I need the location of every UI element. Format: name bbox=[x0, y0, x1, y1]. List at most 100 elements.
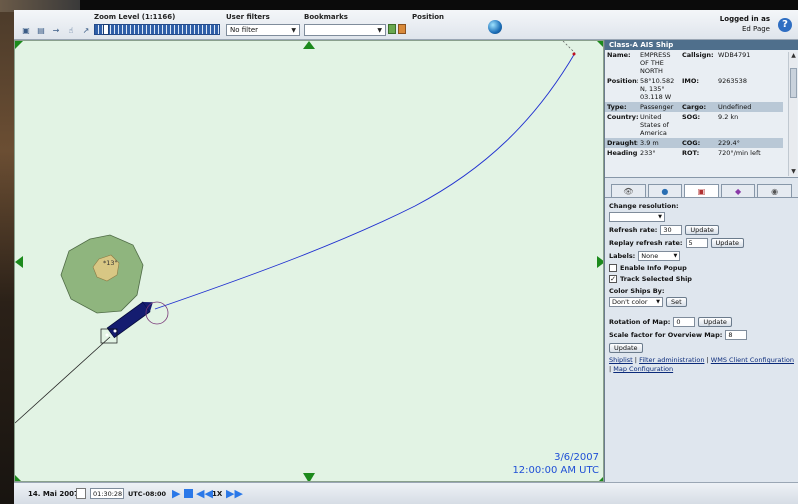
tab-layers[interactable]: ◆ bbox=[720, 184, 756, 197]
timestamp-time: 12:00:00 AM UTC bbox=[512, 465, 599, 476]
toolbar: ▣ ▤ → ☝ ↗ Zoom Level (1:1166) User filte… bbox=[14, 10, 798, 40]
tab-view[interactable]: ◉ bbox=[757, 184, 792, 197]
refresh-rate-input[interactable]: 30 bbox=[660, 225, 683, 235]
map-canvas[interactable]: *13" 3/6/2007 12:00:00 AM UTC bbox=[14, 40, 604, 482]
delete-bookmark-icon[interactable] bbox=[398, 24, 406, 34]
pan-southwest-arrow bbox=[15, 475, 21, 481]
playback-date: 14. Mai 2007 bbox=[28, 490, 79, 498]
set-color-button[interactable]: Set bbox=[666, 297, 687, 307]
scale-update-button[interactable]: Update bbox=[609, 343, 643, 353]
ship-info-title: Class-A AIS Ship bbox=[605, 40, 798, 50]
desktop-background bbox=[0, 0, 14, 504]
scrollbar-thumb[interactable] bbox=[790, 68, 797, 98]
zoom-level-label: Zoom Level (1:1166) bbox=[94, 13, 176, 21]
map-configuration-link[interactable]: Map Configuration bbox=[613, 365, 673, 373]
info-key: Position: bbox=[605, 76, 639, 102]
user-filters-label: User filters bbox=[226, 13, 270, 21]
replay-refresh-input[interactable]: 5 bbox=[685, 238, 708, 248]
eye-icon: 👁 bbox=[623, 186, 634, 196]
shiplist-link[interactable]: Shiplist bbox=[609, 356, 633, 364]
ship-dot bbox=[113, 329, 117, 333]
info-value: Undefined bbox=[716, 102, 783, 112]
tab-settings[interactable]: ▣ bbox=[684, 184, 719, 197]
info-value: 233° bbox=[638, 148, 680, 158]
island-label: *13" bbox=[103, 259, 118, 267]
info-key: Draught: bbox=[605, 138, 640, 148]
rewind-icon[interactable]: ◀◀ bbox=[196, 487, 213, 500]
chevron-down-icon: ▼ bbox=[377, 26, 382, 34]
zoom-slider-knob[interactable] bbox=[103, 24, 109, 35]
tab-globe[interactable]: ● bbox=[647, 184, 683, 197]
play-icon[interactable]: ▶ bbox=[172, 487, 180, 500]
rotation-input[interactable]: 0 bbox=[673, 317, 696, 327]
color-ships-value: Don't color bbox=[612, 298, 648, 306]
logged-in-label: Logged in as bbox=[719, 15, 770, 23]
globe-icon[interactable] bbox=[488, 20, 502, 34]
info-value: EMPRESS OF THE NORTH bbox=[638, 50, 680, 76]
view-icon: ◉ bbox=[771, 186, 779, 196]
info-key: Name: bbox=[605, 50, 638, 76]
save-icon[interactable]: ▣ bbox=[20, 24, 32, 36]
pan-south-arrow bbox=[303, 473, 315, 481]
calendar-icon[interactable] bbox=[76, 488, 86, 499]
toolbar-tools: ▣ ▤ → ☝ ↗ bbox=[20, 24, 92, 36]
bookmarks-select[interactable]: ▼ bbox=[304, 24, 386, 36]
info-scrollbar[interactable]: ▲ ▼ bbox=[788, 52, 797, 176]
info-value: 229.4° bbox=[716, 138, 783, 148]
refresh-rate-update-button[interactable]: Update bbox=[685, 225, 719, 235]
help-icon[interactable]: ? bbox=[778, 18, 792, 32]
info-value: United States of America bbox=[638, 112, 680, 138]
rotation-label: Rotation of Map: bbox=[609, 318, 671, 326]
user-filters-select[interactable]: No filter ▼ bbox=[226, 24, 300, 36]
zoom-slider[interactable] bbox=[94, 24, 220, 35]
shoreline-line bbox=[15, 336, 111, 424]
stop-icon[interactable] bbox=[184, 489, 193, 498]
scroll-up-icon[interactable]: ▲ bbox=[789, 52, 798, 60]
info-value: 9263538 bbox=[716, 76, 783, 102]
info-key: Callsign: bbox=[680, 50, 716, 76]
scale-factor-label: Scale factor for Overview Map: bbox=[609, 331, 723, 339]
info-key: ROT: bbox=[680, 148, 716, 158]
track-selected-ship-label: Track Selected Ship bbox=[620, 275, 692, 283]
playback-speed: 1X bbox=[212, 490, 223, 498]
arrow-icon[interactable]: → bbox=[50, 24, 62, 36]
change-resolution-label: Change resolution: bbox=[609, 202, 679, 210]
filter-administration-link[interactable]: Filter administration bbox=[639, 356, 704, 364]
labels-value: None bbox=[641, 252, 659, 260]
scroll-down-icon[interactable]: ▼ bbox=[789, 168, 798, 176]
info-value: WDB4791 bbox=[716, 50, 783, 76]
chevron-down-icon: ▼ bbox=[291, 26, 296, 34]
enable-info-popup-label: Enable Info Popup bbox=[620, 264, 687, 272]
labels-select[interactable]: None ▼ bbox=[638, 251, 681, 261]
rotation-update-button[interactable]: Update bbox=[698, 317, 732, 327]
add-bookmark-icon[interactable] bbox=[388, 24, 396, 34]
print-icon[interactable]: ▤ bbox=[35, 24, 47, 36]
ship-dot bbox=[105, 333, 109, 337]
position-label: Position bbox=[412, 13, 445, 21]
color-ships-select[interactable]: Don't color ▼ bbox=[609, 297, 663, 307]
info-key: Country: bbox=[605, 112, 639, 138]
user-filters-value: No filter bbox=[230, 26, 259, 34]
scale-factor-input[interactable]: 8 bbox=[725, 330, 748, 340]
replay-refresh-update-button[interactable]: Update bbox=[710, 238, 745, 248]
measure-icon[interactable]: ↗ bbox=[80, 24, 92, 36]
timestamp-date: 3/6/2007 bbox=[554, 452, 599, 463]
side-panel: Class-A AIS Ship Name: EMPRESS OF THE NO… bbox=[604, 40, 798, 482]
settings-form: Change resolution: ▼ Refresh rate: 30 Up… bbox=[605, 198, 798, 378]
info-key: IMO: bbox=[680, 76, 716, 102]
info-value: Passenger bbox=[638, 102, 680, 112]
pointer-icon[interactable]: ☝ bbox=[65, 24, 77, 36]
tab-eye[interactable]: 👁 bbox=[611, 184, 646, 197]
map-timestamp: 3/6/2007 12:00:00 AM UTC bbox=[512, 451, 599, 477]
wms-client-configuration-link[interactable]: WMS Client Configuration bbox=[711, 356, 794, 364]
pan-north-arrow bbox=[303, 41, 315, 49]
ship-selection-circle bbox=[145, 301, 169, 325]
playback-time-input[interactable]: 01:30:28 bbox=[90, 488, 124, 499]
resolution-select[interactable]: ▼ bbox=[609, 212, 665, 222]
panel-tabs: 👁 ● ▣ ◆ ◉ bbox=[605, 178, 798, 198]
chevron-down-icon: ▼ bbox=[656, 299, 660, 305]
enable-info-popup-checkbox[interactable] bbox=[609, 264, 617, 272]
fast-forward-icon[interactable]: ▶▶ bbox=[226, 487, 243, 500]
info-key: COG: bbox=[680, 138, 716, 148]
track-selected-ship-checkbox[interactable]: ✓ bbox=[609, 275, 617, 283]
